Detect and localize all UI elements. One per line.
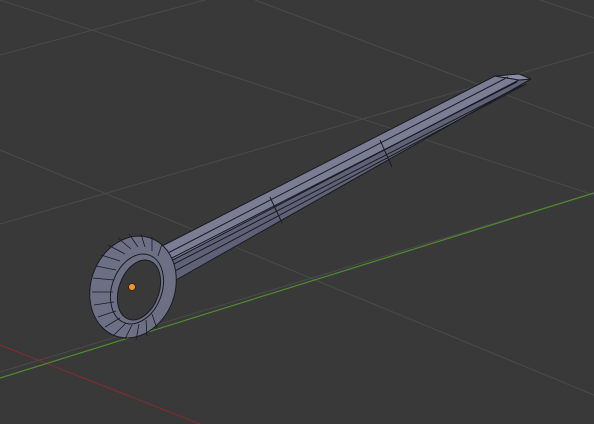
grid-line [0,192,594,373]
x-axis-line [0,344,201,424]
grid-line [539,0,594,19]
3d-viewport[interactable] [0,0,594,424]
viewport-canvas[interactable] [0,0,594,424]
object-origin-icon[interactable] [128,283,136,291]
blade-top-face[interactable] [161,75,520,263]
blade-edge-line [169,84,523,267]
y-axis-line [0,192,594,379]
grid-line [254,0,594,129]
blade-edge-line [165,76,509,255]
blade-edge-line [172,83,527,273]
grid-line [0,0,594,196]
blade-front-face[interactable] [168,78,532,283]
grid-line [0,0,206,56]
sword-mesh[interactable] [76,73,532,350]
